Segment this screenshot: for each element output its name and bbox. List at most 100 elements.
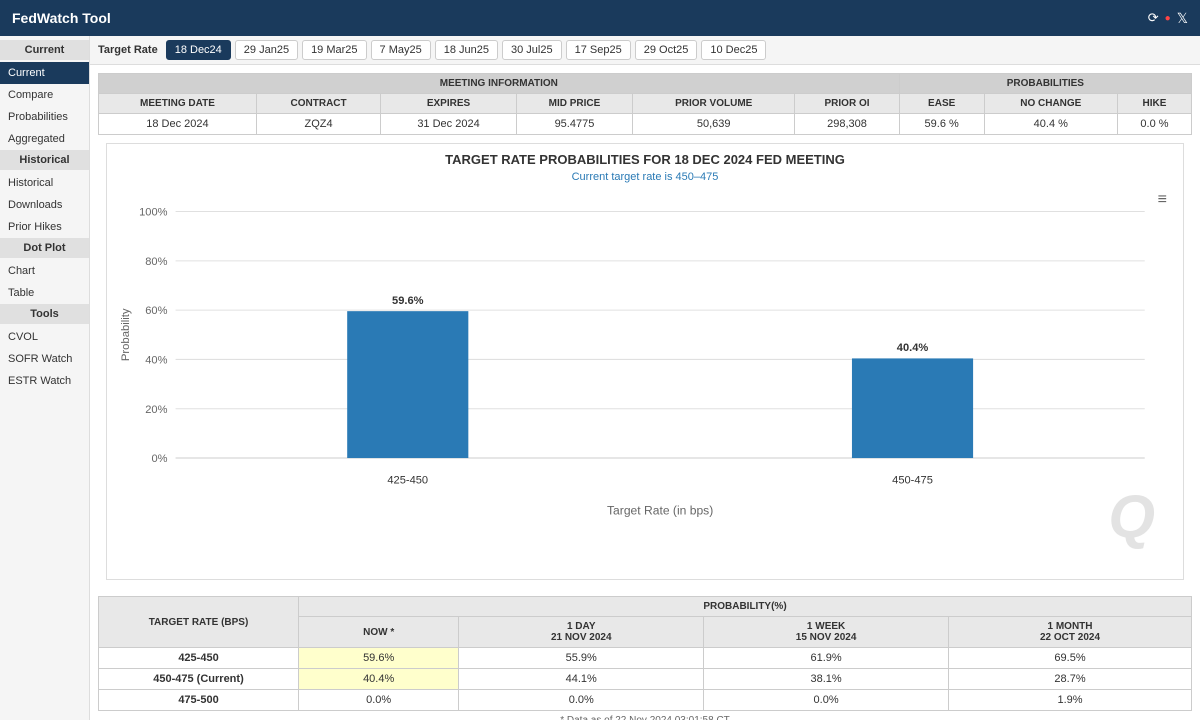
col-expires: EXPIRES	[381, 94, 517, 114]
probability-section: TARGET RATE (BPS) PROBABILITY(%) NOW * 1…	[90, 596, 1200, 720]
sidebar-item-aggregated[interactable]: Aggregated	[0, 128, 89, 150]
main-layout: CurrentCurrentCompareProbabilitiesAggreg…	[0, 36, 1200, 720]
prob-row-425-450: 425-45059.6%55.9%61.9%69.5%	[99, 648, 1192, 669]
sidebar-item-table[interactable]: Table	[0, 282, 89, 304]
chart-subtitle: Current target rate is 450–475	[115, 171, 1175, 183]
svg-text:59.6%: 59.6%	[392, 295, 423, 307]
sidebar-section-current: Current	[0, 40, 89, 60]
bar-chart: 100% 80% 60% 40% 20%	[115, 191, 1175, 571]
rate-label: 475-500	[99, 690, 299, 711]
col-contract: CONTRACT	[256, 94, 380, 114]
no-change-prob: 40.4 %	[984, 114, 1117, 135]
svg-text:Target Rate (in bps): Target Rate (in bps)	[607, 503, 713, 517]
prob-month1: 28.7%	[949, 669, 1192, 690]
svg-text:100%: 100%	[139, 207, 167, 219]
sidebar: CurrentCurrentCompareProbabilitiesAggreg…	[0, 36, 90, 720]
prob-month1: 69.5%	[949, 648, 1192, 669]
twitter-icon[interactable]: 𝕏	[1177, 10, 1188, 27]
tab-7-may25[interactable]: 7 May25	[371, 40, 431, 60]
target-rate-col-header: TARGET RATE (BPS)	[99, 597, 299, 648]
tab-30-jul25[interactable]: 30 Jul25	[502, 40, 562, 60]
col-no-change: NO CHANGE	[984, 94, 1117, 114]
prior-oi: 298,308	[795, 114, 899, 135]
col-ease: EASE	[899, 94, 984, 114]
tab-19-mar25[interactable]: 19 Mar25	[302, 40, 366, 60]
ease-prob: 59.6 %	[899, 114, 984, 135]
col-prior-oi: PRIOR OI	[795, 94, 899, 114]
sidebar-item-cvol[interactable]: CVOL	[0, 326, 89, 348]
svg-text:80%: 80%	[145, 256, 167, 268]
meeting-info-row: 18 Dec 2024 ZQZ4 31 Dec 2024 95.4775 50,…	[99, 114, 1192, 135]
hike-prob: 0.0 %	[1117, 114, 1191, 135]
sidebar-item-chart[interactable]: Chart	[0, 260, 89, 282]
meeting-info-table: MEETING INFORMATION PROBABILITIES MEETIN…	[98, 73, 1192, 135]
rate-label: 425-450	[99, 648, 299, 669]
svg-text:20%: 20%	[145, 404, 167, 416]
prob-week1: 61.9%	[704, 648, 949, 669]
sidebar-section-historical: Historical	[0, 150, 89, 170]
sidebar-item-prior-hikes[interactable]: Prior Hikes	[0, 216, 89, 238]
now-header: NOW *	[299, 617, 459, 648]
tab-29-jan25[interactable]: 29 Jan25	[235, 40, 298, 60]
prob-week1: 0.0%	[704, 690, 949, 711]
prob-day1: 44.1%	[459, 669, 704, 690]
sidebar-item-estr-watch[interactable]: ESTR Watch	[0, 370, 89, 392]
sidebar-section-dot-plot: Dot Plot	[0, 238, 89, 258]
prob-week1: 38.1%	[704, 669, 949, 690]
expires: 31 Dec 2024	[381, 114, 517, 135]
svg-text:40%: 40%	[145, 354, 167, 366]
prob-row-450-475--current-: 450-475 (Current)40.4%44.1%38.1%28.7%	[99, 669, 1192, 690]
sidebar-section-tools: Tools	[0, 304, 89, 324]
content-area: Target Rate 18 Dec2429 Jan2519 Mar257 Ma…	[90, 36, 1200, 720]
prob-now: 59.6%	[299, 648, 459, 669]
prob-row-475-500: 475-5000.0%0.0%0.0%1.9%	[99, 690, 1192, 711]
col-hike: HIKE	[1117, 94, 1191, 114]
probability-table: TARGET RATE (BPS) PROBABILITY(%) NOW * 1…	[98, 596, 1192, 711]
sidebar-item-probabilities[interactable]: Probabilities	[0, 106, 89, 128]
svg-text:425-450: 425-450	[387, 475, 428, 487]
prob-now: 40.4%	[299, 669, 459, 690]
info-section: MEETING INFORMATION PROBABILITIES MEETIN…	[90, 65, 1200, 596]
prob-day1: 0.0%	[459, 690, 704, 711]
tab-29-oct25[interactable]: 29 Oct25	[635, 40, 698, 60]
svg-text:60%: 60%	[145, 305, 167, 317]
sidebar-item-historical[interactable]: Historical	[0, 172, 89, 194]
prob-now: 0.0%	[299, 690, 459, 711]
bar-450-475[interactable]	[852, 358, 973, 458]
refresh-icon[interactable]: ⟳	[1148, 10, 1159, 26]
tab-18-jun25[interactable]: 18 Jun25	[435, 40, 498, 60]
svg-text:40.4%: 40.4%	[897, 342, 928, 354]
day1-header: 1 DAY 21 NOV 2024	[459, 617, 704, 648]
chart-title: TARGET RATE PROBABILITIES FOR 18 DEC 202…	[115, 152, 1175, 167]
mid-price: 95.4775	[516, 114, 632, 135]
header-icons: ⟳ ● 𝕏	[1148, 10, 1188, 27]
tab-18-dec24[interactable]: 18 Dec24	[166, 40, 231, 60]
svg-text:0%: 0%	[151, 453, 167, 465]
prior-volume: 50,639	[633, 114, 795, 135]
footer-note: * Data as of 22 Nov 2024 03:01:58 CT	[98, 711, 1192, 720]
prob-day1: 55.9%	[459, 648, 704, 669]
probabilities-header: PROBABILITIES	[899, 74, 1191, 94]
prob-month1: 1.9%	[949, 690, 1192, 711]
month1-header: 1 MONTH 22 OCT 2024	[949, 617, 1192, 648]
tab-17-sep25[interactable]: 17 Sep25	[566, 40, 631, 60]
svg-text:Probability: Probability	[120, 308, 132, 361]
target-rate-label: Target Rate	[98, 44, 158, 56]
tab-10-dec25[interactable]: 10 Dec25	[701, 40, 766, 60]
chart-area: ≡ Q 100% 80% 60%	[115, 191, 1175, 571]
col-mid-price: MID PRICE	[516, 94, 632, 114]
sidebar-item-sofr-watch[interactable]: SOFR Watch	[0, 348, 89, 370]
sidebar-item-current[interactable]: Current	[0, 62, 89, 84]
sidebar-item-compare[interactable]: Compare	[0, 84, 89, 106]
contract: ZQZ4	[256, 114, 380, 135]
chart-menu-icon[interactable]: ≡	[1158, 191, 1167, 209]
tabs-bar: Target Rate 18 Dec2429 Jan2519 Mar257 Ma…	[90, 36, 1200, 65]
rate-label: 450-475 (Current)	[99, 669, 299, 690]
meeting-date: 18 Dec 2024	[99, 114, 257, 135]
record-icon: ●	[1165, 13, 1171, 24]
sidebar-item-downloads[interactable]: Downloads	[0, 194, 89, 216]
chart-container: TARGET RATE PROBABILITIES FOR 18 DEC 202…	[106, 143, 1184, 580]
col-meeting-date: MEETING DATE	[99, 94, 257, 114]
probability-header: PROBABILITY(%)	[299, 597, 1192, 617]
bar-425-450[interactable]	[347, 311, 468, 458]
